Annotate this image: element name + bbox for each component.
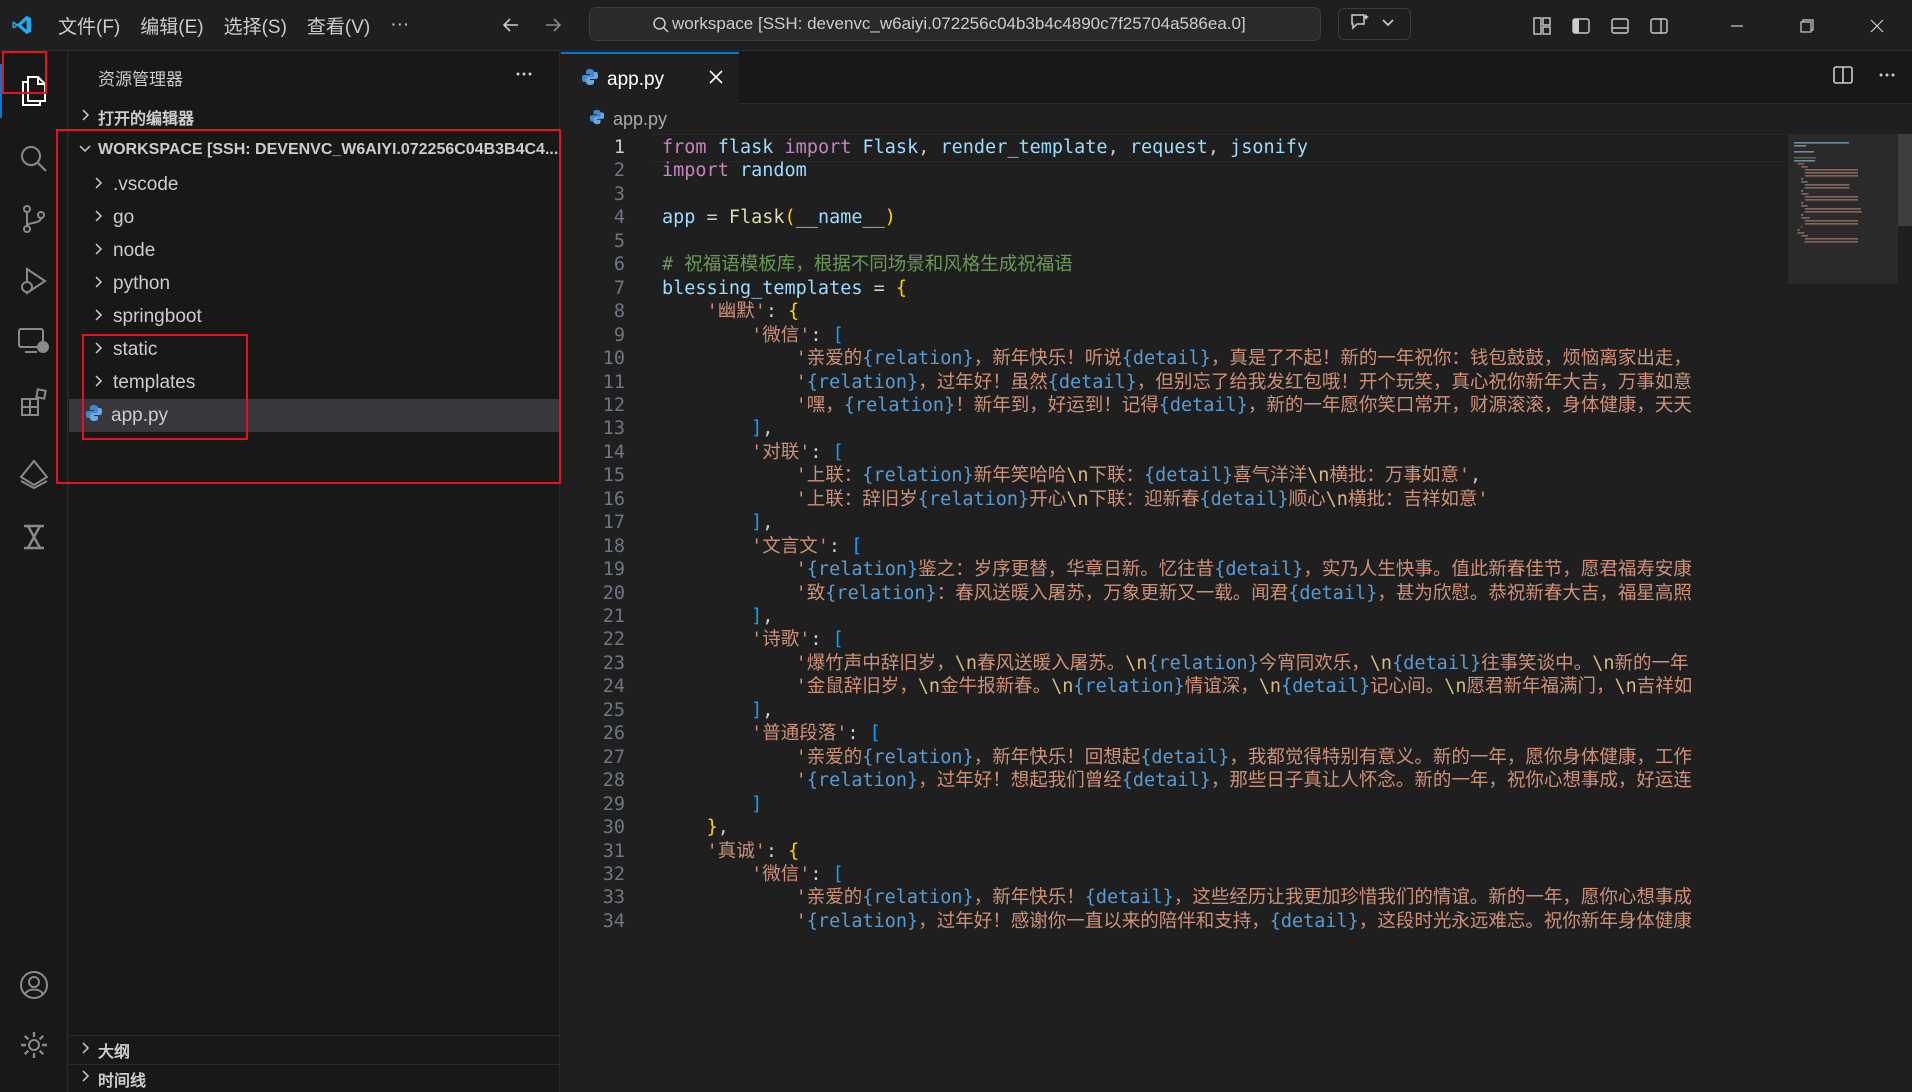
run-debug-icon[interactable] <box>0 248 68 314</box>
tree-item-label: app.py <box>111 404 169 426</box>
chevron-right-icon <box>91 174 105 196</box>
tree-folder-python[interactable]: python <box>69 267 559 300</box>
menu-more[interactable]: ··· <box>380 10 419 40</box>
title-bar: 文件(F) 编辑(E) 选择(S) 查看(V) ··· workspace [S… <box>0 0 1912 51</box>
tree-item-label: .vscode <box>113 173 179 195</box>
breadcrumb-file: app.py <box>613 108 668 129</box>
sidebar-bottom-sections: 大纲 时间线 <box>69 1035 559 1092</box>
code-line[interactable]: 34 '{relation}，过年好！感谢你一直以来的陪伴和支持，{detail… <box>561 908 1787 936</box>
tree-file-app-py[interactable]: app.py <box>69 399 559 432</box>
breadcrumb[interactable]: app.py <box>561 104 1912 134</box>
scrollbar-thumb[interactable] <box>1898 134 1912 226</box>
editor-tab-bar: app.py <box>561 52 1912 105</box>
command-center-search[interactable]: workspace [SSH: devenvc_w6aiyi.072256c04… <box>589 7 1321 41</box>
vscode-logo-icon <box>0 0 43 51</box>
minimap-slider[interactable] <box>1788 134 1898 284</box>
back-arrow-icon[interactable] <box>497 11 525 39</box>
workspace-section[interactable]: WORKSPACE [SSH: DEVENVC_W6AIYI.072256C04… <box>69 132 559 168</box>
code-text: '{relation}，过年好！感谢你一直以来的陪伴和支持，{detail}，这… <box>795 911 1692 932</box>
tree-folder-springboot[interactable]: springboot <box>69 300 559 333</box>
timeline-label: 时间线 <box>98 1072 147 1090</box>
activity-bar <box>0 52 68 1092</box>
close-window-icon[interactable] <box>1842 0 1912 51</box>
vertical-scrollbar[interactable] <box>1898 134 1912 1092</box>
chevron-right-icon <box>91 372 105 394</box>
more-actions-icon[interactable] <box>514 64 534 89</box>
forward-arrow-icon[interactable] <box>539 11 567 39</box>
tree-folder-node[interactable]: node <box>69 234 559 267</box>
copilot-chat-icon <box>1349 12 1371 37</box>
tree-folder-static[interactable]: static <box>69 333 559 366</box>
menu-edit[interactable]: 编辑(E) <box>130 8 213 43</box>
remote-tunnels-icon[interactable] <box>0 440 68 506</box>
chevron-right-icon <box>91 207 105 229</box>
python-file-icon <box>581 68 599 92</box>
tree-item-label: python <box>113 272 171 294</box>
tree-folder-vscode[interactable]: .vscode <box>69 168 559 201</box>
tree-item-label: node <box>113 239 156 261</box>
explorer-header: 资源管理器 <box>69 52 559 102</box>
chevron-down-icon <box>78 141 92 160</box>
explorer-sidebar: 资源管理器 打开的编辑器 WORKSPACE [SSH: DEVENVC_W6A… <box>69 52 560 1092</box>
python-file-icon <box>85 404 103 428</box>
close-tab-icon[interactable] <box>707 68 725 92</box>
menu-bar: 文件(F) 编辑(E) 选择(S) 查看(V) ··· <box>48 8 419 43</box>
restore-icon[interactable] <box>1772 0 1842 51</box>
code-editor[interactable]: 1 from flask import Flask, render_templat… <box>561 134 1787 1092</box>
timeline-section[interactable]: 时间线 <box>69 1064 559 1092</box>
chevron-down-icon <box>1381 15 1395 33</box>
tree-folder-templates[interactable]: templates <box>69 366 559 399</box>
editor-area: app.py app.py 1 from flask import Flask, … <box>561 52 1912 1092</box>
toggle-primary-sidebar-icon[interactable] <box>1561 0 1600 51</box>
menu-selection[interactable]: 选择(S) <box>214 8 297 43</box>
outline-label: 大纲 <box>98 1044 131 1061</box>
testing-icon[interactable] <box>0 504 68 570</box>
customize-layout-icon[interactable] <box>1522 0 1561 51</box>
search-text: workspace [SSH: devenvc_w6aiyi.072256c04… <box>672 14 1246 33</box>
menu-file[interactable]: 文件(F) <box>48 8 130 43</box>
tab-label: app.py <box>607 68 665 90</box>
toggle-panel-icon[interactable] <box>1600 0 1639 51</box>
outline-section[interactable]: 大纲 <box>69 1036 559 1064</box>
editor-more-actions-icon[interactable] <box>1876 64 1898 91</box>
tree-folder-go[interactable]: go <box>69 201 559 234</box>
extensions-icon[interactable] <box>0 370 68 436</box>
explorer-icon[interactable] <box>0 58 68 124</box>
chevron-right-icon <box>91 240 105 262</box>
tab-app-py[interactable]: app.py <box>561 52 739 105</box>
tree-item-label: go <box>113 206 135 228</box>
tree-item-label: springboot <box>113 305 202 327</box>
split-editor-icon[interactable] <box>1832 64 1854 91</box>
chevron-right-icon <box>91 273 105 295</box>
search-view-icon[interactable] <box>0 126 68 192</box>
account-icon[interactable] <box>0 952 68 1018</box>
minimize-icon[interactable] <box>1702 0 1772 51</box>
open-editors-label: 打开的编辑器 <box>98 111 195 128</box>
chevron-right-icon <box>91 306 105 328</box>
chevron-right-icon <box>78 1041 92 1060</box>
tree-item-label: static <box>113 338 158 360</box>
chevron-right-icon <box>78 108 92 127</box>
copilot-button[interactable] <box>1338 8 1411 40</box>
python-file-icon <box>589 109 605 130</box>
chevron-right-icon <box>91 339 105 361</box>
chevron-right-icon <box>78 1069 92 1088</box>
search-icon <box>652 16 670 39</box>
line-number: 34 <box>602 911 625 932</box>
explorer-title: 资源管理器 <box>98 69 183 89</box>
open-editors-section[interactable]: 打开的编辑器 <box>69 102 559 132</box>
toggle-secondary-sidebar-icon[interactable] <box>1639 0 1678 51</box>
menu-view[interactable]: 查看(V) <box>297 8 380 43</box>
minimap[interactable] <box>1788 134 1898 1092</box>
source-control-icon[interactable] <box>0 186 68 252</box>
settings-gear-icon[interactable] <box>0 1012 68 1078</box>
workspace-label: WORKSPACE [SSH: DEVENVC_W6AIYI.072256C04… <box>98 141 559 158</box>
remote-explorer-icon[interactable] <box>0 308 68 374</box>
tree-item-label: templates <box>113 371 196 393</box>
